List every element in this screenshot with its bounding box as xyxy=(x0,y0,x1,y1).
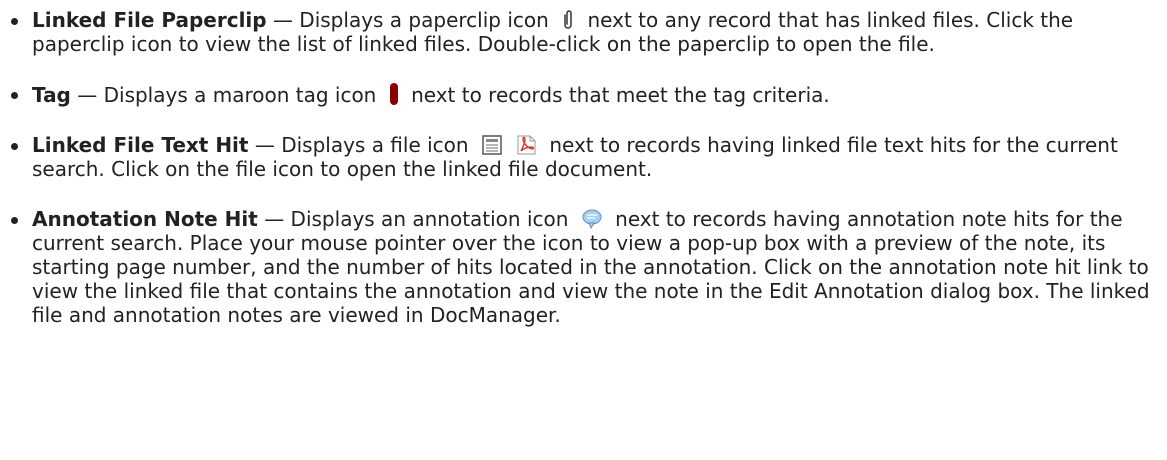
list-item-annotation-note-hit: Annotation Note Hit — Displays an annota… xyxy=(0,207,1167,327)
item-text-before-icon: — Displays a paperclip icon xyxy=(266,8,549,32)
item-term: Linked File Paperclip xyxy=(32,8,267,32)
bullet xyxy=(11,92,18,99)
item-term: Linked File Text Hit xyxy=(32,133,249,157)
pdf-icon xyxy=(515,134,537,156)
item-term: Annotation Note Hit xyxy=(32,207,258,231)
item-text-before-icon: — Displays an annotation icon xyxy=(257,207,569,231)
tag-icon xyxy=(389,82,399,106)
item-text-after-icon: next to records that meet the tag criter… xyxy=(411,83,830,107)
bullet xyxy=(11,217,18,224)
file-icon xyxy=(481,134,503,156)
item-text-before-icon: — Displays a maroon tag icon xyxy=(70,83,377,107)
item-text-before-icon: — Displays a file icon xyxy=(248,133,469,157)
bullet xyxy=(11,18,18,25)
item-term: Tag xyxy=(32,83,71,107)
list-item-tag: Tag — Displays a maroon tag icon next to… xyxy=(0,82,1167,107)
icon-description-list: Linked File Paperclip — Displays a paper… xyxy=(0,0,1167,327)
bullet xyxy=(11,143,18,150)
list-item-linked-file-paperclip: Linked File Paperclip — Displays a paper… xyxy=(0,8,1167,56)
list-item-linked-file-text-hit: Linked File Text Hit — Displays a file i… xyxy=(0,133,1167,181)
paperclip-icon xyxy=(561,9,575,31)
annotation-icon xyxy=(581,208,603,230)
